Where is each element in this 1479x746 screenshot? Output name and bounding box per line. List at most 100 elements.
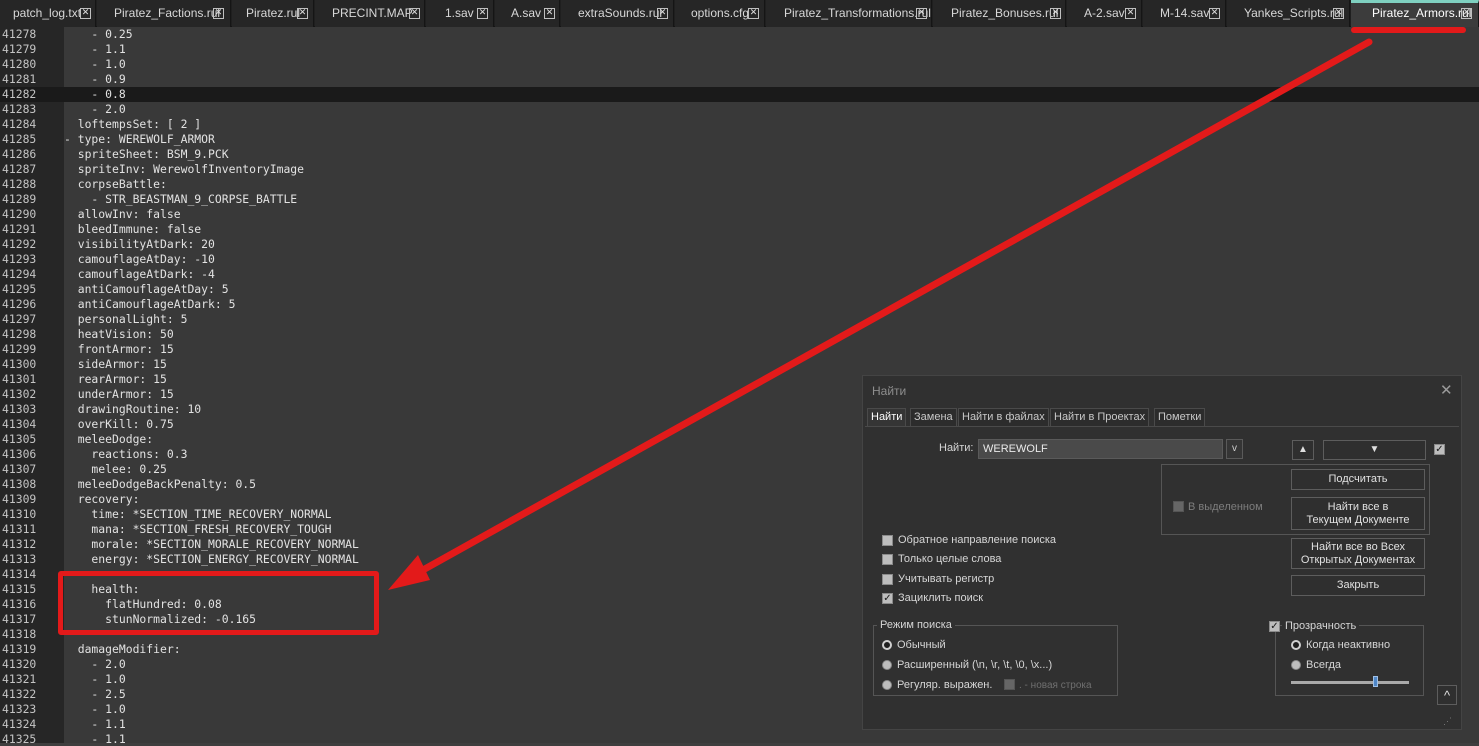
tab-label: options.cfg: [691, 6, 750, 20]
mode-normal-radio[interactable]: [882, 640, 892, 650]
direction-checkbox[interactable]: ✓: [1434, 444, 1445, 455]
code-line[interactable]: 41282 - 0.8: [0, 87, 1479, 102]
mode-regex-radio[interactable]: [882, 680, 892, 690]
tab-piratez-bonuses[interactable]: Piratez_Bonuses.rul ✕: [933, 0, 1066, 27]
code-line[interactable]: 41287 spriteInv: WerewolfInventoryImage: [0, 162, 1479, 177]
code-line[interactable]: 41296 antiCamouflageAtDark: 5: [0, 297, 1479, 312]
tab-find-in-files[interactable]: Найти в файлах: [958, 408, 1049, 426]
close-icon[interactable]: ✕: [1461, 8, 1472, 19]
code-line[interactable]: 41290 allowInv: false: [0, 207, 1479, 222]
find-input[interactable]: [978, 439, 1223, 459]
in-selection-checkbox[interactable]: [1173, 501, 1184, 512]
close-icon[interactable]: ✕: [1050, 8, 1061, 19]
search-mode-title: Режим поиска: [877, 619, 955, 631]
tab-a-2-sav[interactable]: A-2.sav ✕: [1067, 0, 1142, 27]
line-text: underArmor: 15: [64, 387, 174, 401]
line-text: bleedImmune: false: [64, 222, 202, 236]
resize-grip-icon[interactable]: ⋰: [1443, 716, 1452, 727]
backward-direction-checkbox[interactable]: [882, 535, 893, 546]
transparency-slider[interactable]: [1291, 681, 1409, 684]
close-icon[interactable]: ✕: [748, 8, 759, 19]
dot-matches-newline-checkbox[interactable]: [1004, 679, 1015, 690]
wrap-around-checkbox[interactable]: ✓: [882, 593, 893, 604]
code-line[interactable]: 41292 visibilityAtDark: 20: [0, 237, 1479, 252]
tab-label: Piratez.rul: [246, 6, 301, 20]
tab-1-sav[interactable]: 1.sav ✕: [426, 0, 494, 27]
close-icon[interactable]: ✕: [1125, 8, 1136, 19]
collapse-button[interactable]: ^: [1437, 685, 1457, 705]
code-line[interactable]: 41280 - 1.0: [0, 57, 1479, 72]
code-line[interactable]: 41286 spriteSheet: BSM_9.PCK: [0, 147, 1479, 162]
code-line[interactable]: 41285 - type: WEREWOLF_ARMOR: [0, 132, 1479, 147]
line-text: antiCamouflageAtDay: 5: [64, 282, 229, 296]
line-number: 41288: [2, 177, 37, 191]
tab-label: Piratez_Transformations.rul: [784, 6, 931, 20]
close-icon[interactable]: ✕: [1333, 8, 1344, 19]
transparency-always-radio[interactable]: [1291, 660, 1301, 670]
tab-precint-map[interactable]: PRECINT.MAP ✕: [315, 0, 425, 27]
annotation-tab-underline: [1351, 27, 1466, 33]
tab-label: Piratez_Bonuses.rul: [951, 6, 1059, 20]
line-text: - 2.5: [64, 687, 126, 701]
close-icon[interactable]: ✕: [1440, 381, 1453, 399]
transparency-inactive-radio[interactable]: [1291, 640, 1301, 650]
count-button[interactable]: Подсчитать: [1291, 469, 1425, 490]
whole-word-checkbox[interactable]: [882, 554, 893, 565]
close-icon[interactable]: ✕: [916, 8, 927, 19]
match-case-checkbox[interactable]: [882, 574, 893, 585]
search-up-button[interactable]: ▲: [1292, 440, 1314, 460]
tab-patch-log[interactable]: patch_log.txt ✕: [0, 0, 96, 27]
close-icon[interactable]: ✕: [297, 8, 308, 19]
line-number: 41312: [2, 537, 37, 551]
code-line[interactable]: 41300 sideArmor: 15: [0, 357, 1479, 372]
code-line[interactable]: 41295 antiCamouflageAtDay: 5: [0, 282, 1479, 297]
code-line[interactable]: 41288 corpseBattle:: [0, 177, 1479, 192]
code-line[interactable]: 41284 loftempsSet: [ 2 ]: [0, 117, 1479, 132]
tab-yankes-scripts[interactable]: Yankes_Scripts.rul ✕: [1227, 0, 1350, 27]
tab-piratez-factions[interactable]: Piratez_Factions.rul ✕: [97, 0, 231, 27]
code-line[interactable]: 41291 bleedImmune: false: [0, 222, 1479, 237]
tab-m-14-sav[interactable]: M-14.sav ✕: [1143, 0, 1226, 27]
close-icon[interactable]: ✕: [1209, 8, 1220, 19]
close-icon[interactable]: ✕: [409, 8, 420, 19]
code-line[interactable]: 41298 heatVision: 50: [0, 327, 1479, 342]
close-icon[interactable]: ✕: [213, 8, 224, 19]
code-line[interactable]: 41283 - 2.0: [0, 102, 1479, 117]
close-icon[interactable]: ✕: [477, 8, 488, 19]
tab-find[interactable]: Найти: [867, 408, 907, 426]
close-icon[interactable]: ✕: [80, 8, 91, 19]
tab-options-cfg[interactable]: options.cfg ✕: [675, 0, 765, 27]
line-number: 41300: [2, 357, 37, 371]
line-number: 41324: [2, 717, 37, 731]
code-line[interactable]: 41289 - STR_BEASTMAN_9_CORPSE_BATTLE: [0, 192, 1479, 207]
mode-extended-radio[interactable]: [882, 660, 892, 670]
tab-piratez-armors[interactable]: Piratez_Armors.rul ✕: [1351, 0, 1479, 27]
find-all-current-document-button[interactable]: Найти все в Текущем Документе: [1291, 497, 1425, 530]
close-button[interactable]: Закрыть: [1291, 575, 1425, 596]
tab-piratez-transformations[interactable]: Piratez_Transformations.rul ✕: [766, 0, 932, 27]
tab-a-sav[interactable]: A.sav ✕: [495, 0, 560, 27]
code-line[interactable]: 41281 - 0.9: [0, 72, 1479, 87]
tab-piratez[interactable]: Piratez.rul ✕: [232, 0, 314, 27]
tab-label: M-14.sav: [1160, 6, 1210, 20]
search-down-button[interactable]: ▼: [1323, 440, 1426, 460]
line-number: 41307: [2, 462, 37, 476]
close-icon[interactable]: ✕: [657, 8, 668, 19]
code-line[interactable]: 41279 - 1.1: [0, 42, 1479, 57]
code-line[interactable]: 41278 - 0.25: [0, 27, 1479, 42]
transparency-slider-thumb[interactable]: [1373, 676, 1378, 687]
code-line[interactable]: 41299 frontArmor: 15: [0, 342, 1479, 357]
transparency-checkbox[interactable]: ✓: [1269, 621, 1280, 632]
line-number: 41289: [2, 192, 37, 206]
find-history-dropdown[interactable]: v: [1226, 439, 1243, 459]
find-all-open-documents-button[interactable]: Найти все во Всех Открытых Документах: [1291, 538, 1425, 569]
close-icon[interactable]: ✕: [544, 8, 555, 19]
tab-find-in-projects[interactable]: Найти в Проектах: [1050, 408, 1150, 426]
code-line[interactable]: 41294 camouflageAtDark: -4: [0, 267, 1479, 282]
tab-extrasounds[interactable]: extraSounds.rul ✕: [561, 0, 674, 27]
tab-replace[interactable]: Замена: [910, 408, 957, 426]
code-line[interactable]: 41293 camouflageAtDay: -10: [0, 252, 1479, 267]
code-line[interactable]: 41325 - 1.1: [0, 732, 1479, 743]
code-line[interactable]: 41297 personalLight: 5: [0, 312, 1479, 327]
tab-mark[interactable]: Пометки: [1154, 408, 1206, 426]
